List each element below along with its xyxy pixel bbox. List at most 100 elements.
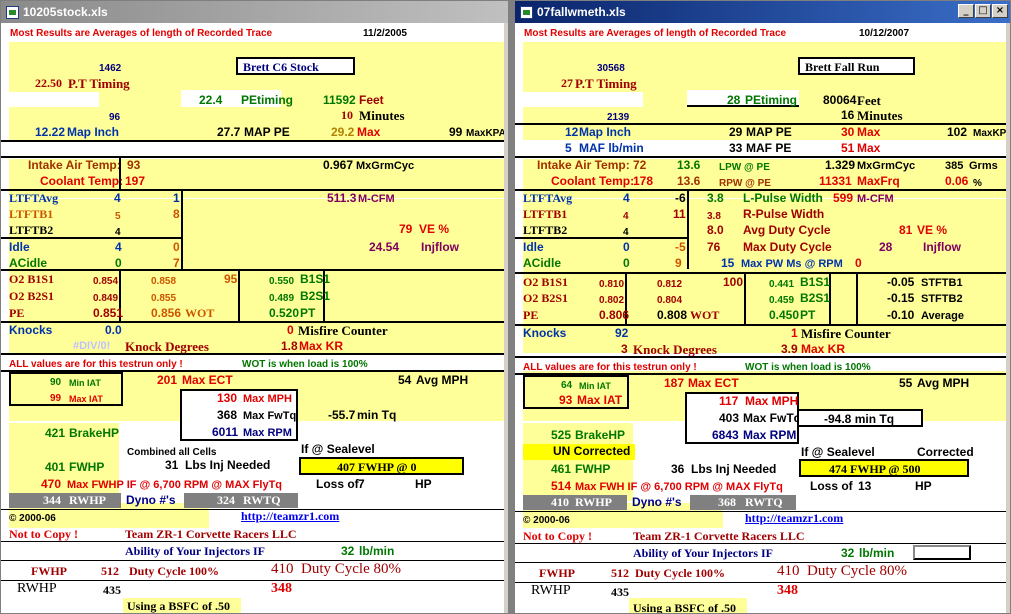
pt-value: 27 xyxy=(561,76,573,90)
worksheet[interactable]: Most Results are Averages of length of R… xyxy=(1,23,508,613)
map-pe-label: MAP PE xyxy=(244,125,290,139)
maf-pe-value: 33 xyxy=(729,141,743,155)
ve-value: 81 xyxy=(899,223,913,237)
cell-value: 100 xyxy=(723,275,744,289)
maf-max-value: 51 xyxy=(841,141,855,155)
lbmin-label: lb/min xyxy=(359,544,395,558)
coolant-value: 178 xyxy=(633,174,654,188)
lbs-inj-label: Lbs Inj Needed xyxy=(185,458,271,472)
duty80-label: Duty Cycle 80% xyxy=(807,563,907,579)
car-name-cell[interactable]: Brett C6 Stock xyxy=(236,57,355,75)
min-tq-cell[interactable]: -94.8 min Tq xyxy=(797,409,923,427)
rpulse-value: 3.8 xyxy=(707,211,721,222)
excel-icon xyxy=(520,5,533,19)
cell-value: 4 xyxy=(114,191,121,205)
avgmph-label: Avg MPH xyxy=(917,376,970,390)
pe-value: 28 xyxy=(727,93,741,107)
ability-label: Ability of Your Injectors IF xyxy=(125,544,265,558)
cell-value: 0.808 xyxy=(657,308,688,322)
mintq-value: -94.8 xyxy=(824,412,852,426)
loss-label: Loss of xyxy=(316,477,359,491)
o2b2s1-label: O2 B2S1 xyxy=(523,291,569,305)
cell-value: 5 xyxy=(115,211,121,222)
map-pe-value: 29 xyxy=(729,125,743,139)
sealevel-label: If @ Sealevel xyxy=(801,445,875,459)
ve-label: VE % xyxy=(917,223,948,237)
sealevel-fwhp-cell[interactable]: 407 FWHP @ 0 xyxy=(299,457,464,475)
cell-value: 96 xyxy=(109,112,121,123)
maxfrq-label: MaxFrq xyxy=(857,174,900,188)
cell-value: 8 xyxy=(173,207,180,221)
minutes-value: 10 xyxy=(341,108,353,122)
cell-value: 0.849 xyxy=(93,293,119,304)
maxduty-value: 76 xyxy=(707,240,721,254)
knock-degrees-value: 3 xyxy=(621,342,628,356)
wot-label: WOT xyxy=(185,306,215,320)
lbmin-label: lb/min xyxy=(859,546,895,560)
cell-value: 0.858 xyxy=(151,276,177,287)
mxgrm-label: MxGrmCyc xyxy=(857,160,916,172)
cell-value: 1462 xyxy=(99,63,122,74)
pt-value: 22.50 xyxy=(35,76,62,90)
injflow-value: 28 xyxy=(879,240,893,254)
team-url-link[interactable]: http://teamzr1.com xyxy=(241,510,339,523)
pe-value: 22.4 xyxy=(199,93,223,107)
title-bar[interactable]: 07fallwmeth.xls _ □ × xyxy=(515,1,1010,23)
cell-value: -5 xyxy=(675,240,686,254)
knock-degrees-label: Knock Degrees xyxy=(633,342,717,357)
maxkr-value: 1.8 xyxy=(281,339,298,353)
avg-label: Average xyxy=(921,310,965,322)
spreadsheet-window-1[interactable]: 10205stock.xls Most Results are Averages… xyxy=(0,0,509,614)
grms-label: Grms xyxy=(969,160,998,172)
team-url-link[interactable]: http://teamzr1.com xyxy=(745,512,843,525)
maxfwtq-label: Max FwTq xyxy=(243,410,297,422)
maxkr-value: 3.9 xyxy=(781,342,798,356)
rpulse-label: R-Pulse Width xyxy=(743,207,825,221)
worksheet[interactable]: Most Results are Averages of length of R… xyxy=(515,23,1010,613)
cell-value: 4 xyxy=(623,191,630,205)
selected-cell[interactable] xyxy=(913,545,971,560)
duty100-value: 512 xyxy=(611,566,629,580)
car-name-cell[interactable]: Brett Fall Run xyxy=(798,57,915,75)
feet-label: Feet xyxy=(359,93,384,107)
injflow-label: Injflow xyxy=(421,240,459,254)
sealevel-fwhp-cell[interactable]: 474 FWHP @ 500 xyxy=(799,459,969,477)
maxfrq-value: 11331 xyxy=(819,174,852,188)
wot-label: WOT xyxy=(690,308,720,322)
knocks-value: 0.0 xyxy=(105,323,122,337)
cell-value: 474 xyxy=(829,462,847,476)
maxkpa-value: 102 xyxy=(947,125,968,139)
feet-value: 80064 xyxy=(823,93,857,107)
maxect-label: Max ECT xyxy=(182,373,233,387)
vertical-scrollbar[interactable] xyxy=(1006,23,1010,613)
fwhp-value: 401 xyxy=(45,460,66,474)
close-button[interactable]: × xyxy=(992,4,1008,18)
title-bar[interactable]: 10205stock.xls xyxy=(1,1,508,23)
max-value: 30 xyxy=(841,125,855,139)
max-label: Max xyxy=(357,125,381,139)
spreadsheet-window-2[interactable]: 07fallwmeth.xls _ □ × Most Results are A… xyxy=(514,0,1011,614)
cell-label: B1S1 xyxy=(800,275,831,289)
maxmph-value: 130 xyxy=(217,391,238,405)
maxkpa-label: MaxKPA xyxy=(466,128,506,139)
cell-label: B2S1 xyxy=(300,289,331,303)
minutes-value: 16 xyxy=(841,108,855,122)
stftb1-value: -0.05 xyxy=(887,275,915,289)
iat-label: Intake Air Temp: xyxy=(28,158,121,172)
maxiat-label: Max IAT xyxy=(577,393,623,407)
vertical-scrollbar[interactable] xyxy=(504,23,508,613)
minimize-button[interactable]: _ xyxy=(958,4,974,18)
cell-value: 407 xyxy=(337,460,355,474)
rwhp-value: 344 xyxy=(43,493,61,507)
cell-value: 0.810 xyxy=(599,279,625,290)
brakehp-label: BrakeHP xyxy=(575,428,626,442)
minutes-label: Minutes xyxy=(359,108,405,123)
maximize-button[interactable]: □ xyxy=(975,4,991,18)
map-inch-label: Map Inch xyxy=(67,125,120,139)
rwtq-label: RWTQ xyxy=(243,493,281,507)
lbs-inj-value: 36 xyxy=(671,462,685,476)
rpw-value: 13.6 xyxy=(677,174,701,188)
cell-value: 95 xyxy=(224,272,238,286)
cell-label: Min IAT xyxy=(69,378,101,388)
fwhp-label: FWHP xyxy=(539,566,575,580)
